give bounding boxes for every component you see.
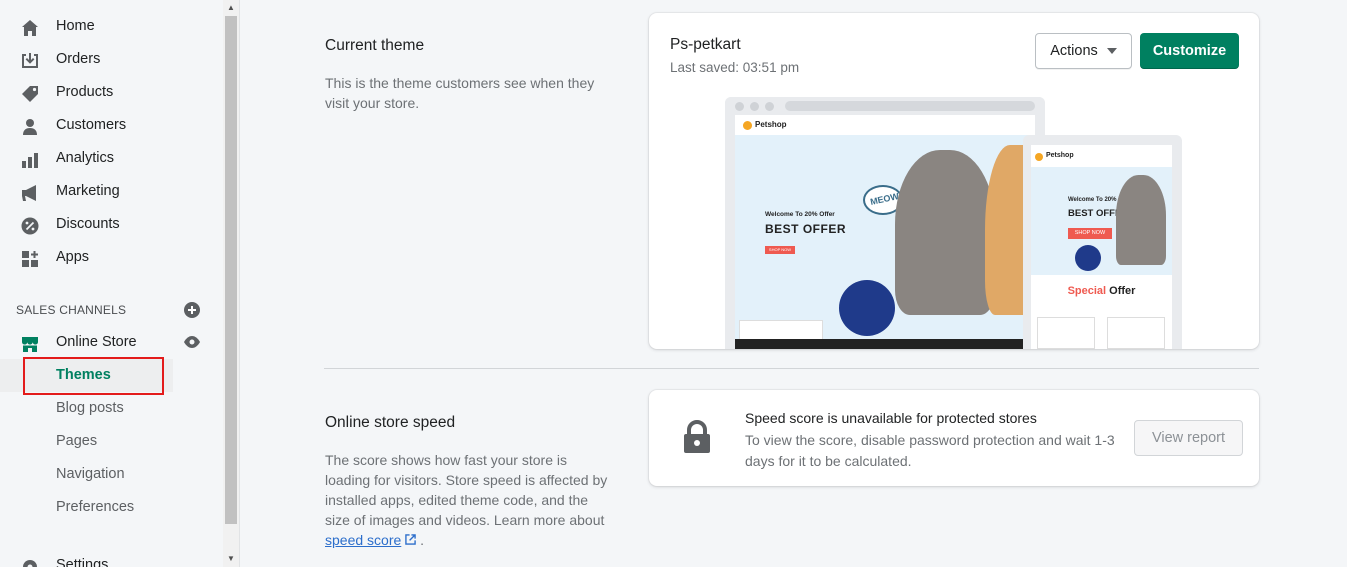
mobile-brand: Petshop: [1046, 152, 1074, 159]
theme-last-saved: Last saved: 03:51 pm: [670, 60, 800, 75]
nav-settings[interactable]: Settings: [0, 549, 223, 567]
nav-discounts[interactable]: Discounts: [0, 208, 223, 241]
scroll-thumb[interactable]: [225, 16, 237, 524]
nav-preferences[interactable]: Preferences: [0, 491, 223, 524]
speed-link-suffix: .: [416, 532, 425, 548]
external-link-icon[interactable]: [405, 534, 417, 545]
section-divider: [324, 368, 1259, 369]
lock-icon: [684, 420, 710, 453]
view-report-button[interactable]: View report: [1134, 420, 1243, 456]
nav-blog-posts-label: Blog posts: [56, 400, 124, 416]
scroll-up-arrow-icon[interactable]: ▲: [227, 3, 235, 12]
gear-icon: [23, 560, 37, 567]
nav-analytics-label: Analytics: [56, 150, 115, 166]
tag-icon: [22, 86, 38, 102]
actions-button[interactable]: Actions: [1035, 33, 1132, 69]
nav-home[interactable]: Home: [0, 10, 223, 43]
sales-channels-title: SALES CHANNELS: [16, 303, 127, 317]
store-icon: [22, 337, 38, 352]
preview-dog-image: [839, 280, 895, 336]
customize-button[interactable]: Customize: [1140, 33, 1239, 69]
megaphone-icon: [22, 185, 36, 201]
nav-orders-label: Orders: [56, 51, 101, 67]
preview-brand: Petshop: [755, 120, 787, 129]
theme-preview-desktop[interactable]: Petshop Welcome To 20% Offer BEST OFFER …: [725, 97, 1045, 349]
nav-orders[interactable]: Orders: [0, 43, 223, 76]
speed-card: Speed score is unavailable for protected…: [649, 390, 1259, 486]
speed-card-body: To view the score, disable password prot…: [745, 432, 1115, 469]
speed-score-link[interactable]: speed score: [325, 532, 401, 548]
nav-products[interactable]: Products: [0, 76, 223, 109]
orders-icon: [22, 53, 38, 68]
mobile-special-offer: Special Offer: [1067, 285, 1136, 297]
current-theme-description: This is the theme customers see when the…: [325, 75, 595, 111]
theme-name: Ps-petkart: [670, 36, 741, 53]
nav-preferences-label: Preferences: [56, 499, 135, 515]
preview-best-offer: BEST OFFER: [765, 222, 847, 236]
nav-navigation-label: Navigation: [56, 466, 125, 482]
preview-hero: Petshop Welcome To 20% Offer BEST OFFER …: [735, 115, 1035, 349]
nav-pages[interactable]: Pages: [0, 425, 223, 458]
home-icon: [22, 20, 38, 36]
theme-preview-mobile[interactable]: Petshop Welcome To 20% Offer BEST OFFER …: [1023, 135, 1182, 349]
nav-marketing[interactable]: Marketing: [0, 175, 223, 208]
view-store-eye-icon[interactable]: [183, 335, 201, 349]
nav-blog-posts[interactable]: Blog posts: [0, 392, 223, 425]
caret-down-icon: [1106, 48, 1117, 54]
speed-heading: Online store speed: [325, 414, 456, 431]
nav-products-label: Products: [56, 84, 114, 100]
person-icon: [23, 119, 37, 135]
speed-card-title: Speed score is unavailable for protected…: [745, 410, 1037, 426]
nav-apps[interactable]: Apps: [0, 241, 223, 274]
nav-settings-label: Settings: [56, 557, 109, 567]
bar-chart-icon: [22, 153, 38, 168]
add-channel-icon[interactable]: [184, 302, 200, 318]
nav-customers-label: Customers: [56, 117, 127, 133]
sidebar: Home Orders Products Customers Analytics…: [0, 0, 223, 567]
preview-welcome: Welcome To 20% Offer: [765, 211, 835, 218]
nav-pages-label: Pages: [56, 433, 98, 449]
speed-description: The score shows how fast your store is l…: [325, 450, 615, 550]
preview-shop-now: SHOP NOW: [765, 246, 795, 254]
preview-kitten-image: [895, 150, 995, 315]
nav-apps-label: Apps: [56, 249, 90, 265]
annotation-highlight: [23, 357, 164, 395]
nav-discounts-label: Discounts: [56, 216, 120, 232]
current-theme-heading: Current theme: [325, 37, 425, 54]
speed-description-text: The score shows how fast your store is l…: [325, 452, 608, 528]
nav-navigation[interactable]: Navigation: [0, 458, 223, 491]
sidebar-scrollbar[interactable]: ▲ ▼: [223, 0, 240, 567]
nav-analytics[interactable]: Analytics: [0, 142, 223, 175]
nav-customers[interactable]: Customers: [0, 109, 223, 142]
nav-online-store-label: Online Store: [56, 334, 137, 350]
nav-home-label: Home: [56, 18, 95, 34]
browser-bar: [725, 97, 1045, 115]
apps-icon: [22, 251, 38, 267]
nav-marketing-label: Marketing: [56, 183, 120, 199]
discount-icon: [21, 217, 39, 235]
mobile-shop-now: SHOP NOW: [1068, 228, 1112, 239]
scroll-down-arrow-icon[interactable]: ▼: [227, 554, 235, 563]
actions-button-label: Actions: [1050, 43, 1098, 59]
